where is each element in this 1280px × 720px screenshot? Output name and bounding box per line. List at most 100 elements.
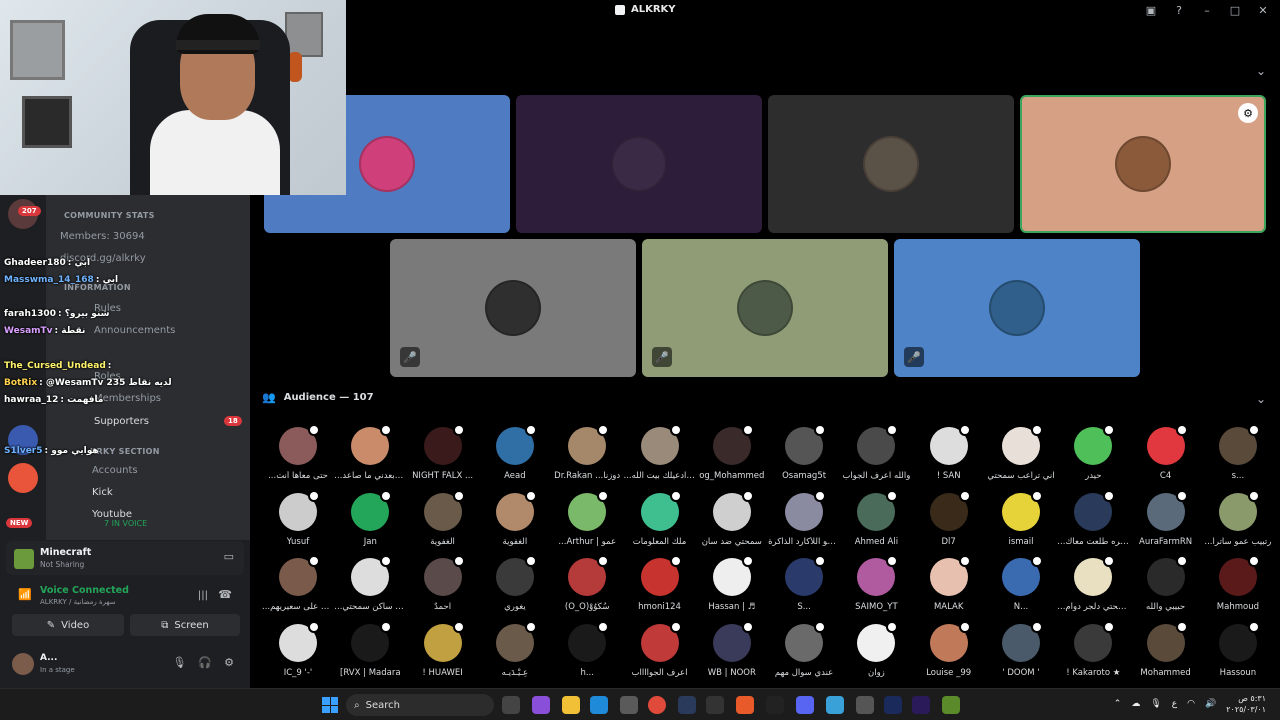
speaker-tile[interactable]: 🎤 — [894, 239, 1140, 377]
minecraft-taskbar-icon[interactable] — [942, 696, 960, 714]
clock[interactable]: ٥:٣١ ص ٢٠٢٥/٠٣/٠١ — [1226, 693, 1266, 715]
brave-icon[interactable] — [736, 696, 754, 714]
audience-member[interactable]: Yusuf — [262, 489, 334, 547]
audience-member[interactable]: Louise _99 — [913, 620, 985, 678]
audience-member[interactable]: ...والله ادعيلك بيت الله — [624, 424, 696, 481]
language-indicator[interactable]: ع — [1172, 699, 1177, 709]
share-screen-icon[interactable]: ▭ — [224, 550, 234, 563]
copilot-icon[interactable] — [532, 696, 550, 714]
obs-icon[interactable] — [706, 696, 724, 714]
audience-member[interactable]: الغفوية — [407, 489, 479, 547]
photoshop-icon[interactable] — [884, 696, 902, 714]
audience-member[interactable]: ...حتى معاها أنت — [262, 424, 334, 481]
speaker-tile[interactable]: 🎤 — [390, 239, 636, 377]
audience-member[interactable]: ! HUAWEI — [407, 620, 479, 678]
store-icon[interactable] — [620, 696, 638, 714]
speaker-tile[interactable]: ⚙ — [1020, 95, 1266, 233]
audience-member[interactable]: [RVX | Madara — [334, 620, 406, 678]
server-icon[interactable] — [8, 463, 38, 493]
audience-member[interactable]: Mohammed — [1130, 620, 1202, 678]
screen-button[interactable]: ⧉ Screen — [130, 614, 240, 636]
audience-member[interactable]: ' DOOM ' — [985, 620, 1057, 678]
maximize-icon[interactable]: □ — [1228, 3, 1242, 17]
taskbar-search[interactable]: ⌕ Search — [346, 694, 494, 716]
username[interactable]: A... — [40, 653, 57, 663]
windows-start-icon[interactable] — [322, 697, 338, 713]
chevron-up-icon[interactable]: ⌃ — [1114, 699, 1122, 709]
audience-chevron-icon[interactable]: ⌄ — [1256, 392, 1266, 406]
audience-member[interactable]: احمدٌ — [407, 555, 479, 612]
audience-member[interactable]: الغفوية — [479, 489, 551, 547]
volume-icon[interactable]: 🔊 — [1205, 699, 1216, 709]
wifi-icon[interactable]: ◠ — [1187, 699, 1195, 709]
app-icon[interactable] — [826, 696, 844, 714]
audience-member[interactable]: حبيبي والله — [1130, 555, 1202, 612]
microphone-icon[interactable]: 🎙 — [172, 656, 186, 669]
avatar[interactable] — [12, 653, 34, 675]
audience-member[interactable]: Dl7 — [913, 489, 985, 547]
audience-member[interactable]: MALAK — [913, 555, 985, 612]
audience-member[interactable]: IC_9 '-' — [262, 620, 334, 678]
premiere-icon[interactable] — [912, 696, 930, 714]
speaker-tile[interactable]: 🎤 — [642, 239, 888, 377]
audience-member[interactable]: SAIMO_YT — [840, 555, 912, 612]
activity-card[interactable]: Minecraft Not Sharing ▭ — [6, 541, 244, 575]
channel-kick[interactable]: Kick — [92, 487, 113, 498]
audience-member[interactable]: WB | NOOR — [696, 620, 768, 678]
audience-header[interactable]: 👥 Audience — 107 — [262, 391, 374, 404]
audience-member[interactable]: ملك المعلومات — [624, 489, 696, 547]
audience-member[interactable]: (O_O)سُكُوُوْ — [551, 555, 623, 612]
audience-member[interactable]: AuraFarmRN — [1130, 489, 1202, 547]
channel-supporters[interactable]: Supporters — [94, 416, 149, 427]
audience-member[interactable]: ! Kakaroto ★ — [1057, 620, 1129, 678]
settings-gear-icon[interactable]: ⚙ — [224, 656, 234, 669]
steam-icon[interactable] — [678, 696, 696, 714]
channel-members[interactable]: Members: 30694 — [60, 231, 145, 242]
audience-member[interactable]: Dr.Rakan ...دوزنا — [551, 424, 623, 481]
audience-member[interactable]: والله اعرف الجواب — [840, 424, 912, 481]
audience-member[interactable]: ...لا مره طلعت معاك — [1057, 489, 1129, 547]
audience-member[interactable]: N... — [985, 555, 1057, 612]
audience-member[interactable]: C4 — [1130, 424, 1202, 481]
audience-member[interactable]: Hassan | ♬ — [696, 555, 768, 612]
audience-member[interactable]: S... — [768, 555, 840, 612]
voice-status[interactable]: Voice Connected — [40, 585, 129, 596]
minimize-icon[interactable]: – — [1200, 3, 1214, 17]
audience-member[interactable]: ...الب ساكن سمحتي — [334, 555, 406, 612]
chrome-icon[interactable] — [648, 696, 666, 714]
channel-announcements[interactable]: Announcements — [94, 325, 175, 336]
capcut-icon[interactable] — [766, 696, 784, 714]
task-view-icon[interactable] — [502, 696, 520, 714]
collapse-chevron-icon[interactable]: ⌄ — [1256, 64, 1266, 78]
inbox-icon[interactable]: ▣ — [1144, 3, 1158, 17]
disconnect-icon[interactable]: ☎ — [218, 588, 232, 601]
audience-member[interactable]: Jan — [334, 489, 406, 547]
audience-member[interactable]: زوان — [840, 620, 912, 678]
audience-member[interactable]: Osamag5t — [768, 424, 840, 481]
audience-member[interactable]: ! SAN — [913, 424, 985, 481]
channel-memberships[interactable]: Memberships — [94, 393, 161, 404]
audience-member[interactable]: ismail — [985, 489, 1057, 547]
audience-member[interactable]: h... — [551, 620, 623, 678]
speaker-tile[interactable] — [768, 95, 1014, 233]
audience-member[interactable]: اني هو اللأكارد الذاكرة — [768, 489, 840, 547]
noise-suppression-icon[interactable]: ||| — [198, 590, 208, 601]
channel-accounts[interactable]: Accounts — [92, 465, 138, 476]
audience-member[interactable]: Hassoun — [1202, 620, 1274, 678]
audience-member[interactable]: اعرف الجوااااب — [624, 620, 696, 678]
audience-member[interactable]: يغوري — [479, 555, 551, 612]
audience-member[interactable]: og_Mohammed — [696, 424, 768, 481]
mic-tray-icon[interactable]: 🎙 — [1150, 699, 1161, 709]
category-krky-section[interactable]: KRKY SECTION — [90, 447, 160, 456]
audience-member[interactable]: حيدر — [1057, 424, 1129, 481]
close-icon[interactable]: ✕ — [1256, 3, 1270, 17]
help-icon[interactable]: ? — [1172, 3, 1186, 17]
audience-member[interactable]: اني تراعب سمحتي — [985, 424, 1057, 481]
edge-icon[interactable] — [590, 696, 608, 714]
audience-member[interactable]: عندي سوال مهم — [768, 620, 840, 678]
audience-member[interactable]: ...يزهم على سعيريهم — [262, 555, 334, 612]
audience-member[interactable]: عِـيْـدَيـه — [479, 620, 551, 678]
network-icon[interactable]: ☁ — [1131, 699, 1140, 709]
speaker-tile[interactable] — [516, 95, 762, 233]
voice-location[interactable]: ALKRKY / سهرة رمضانية — [40, 598, 116, 606]
